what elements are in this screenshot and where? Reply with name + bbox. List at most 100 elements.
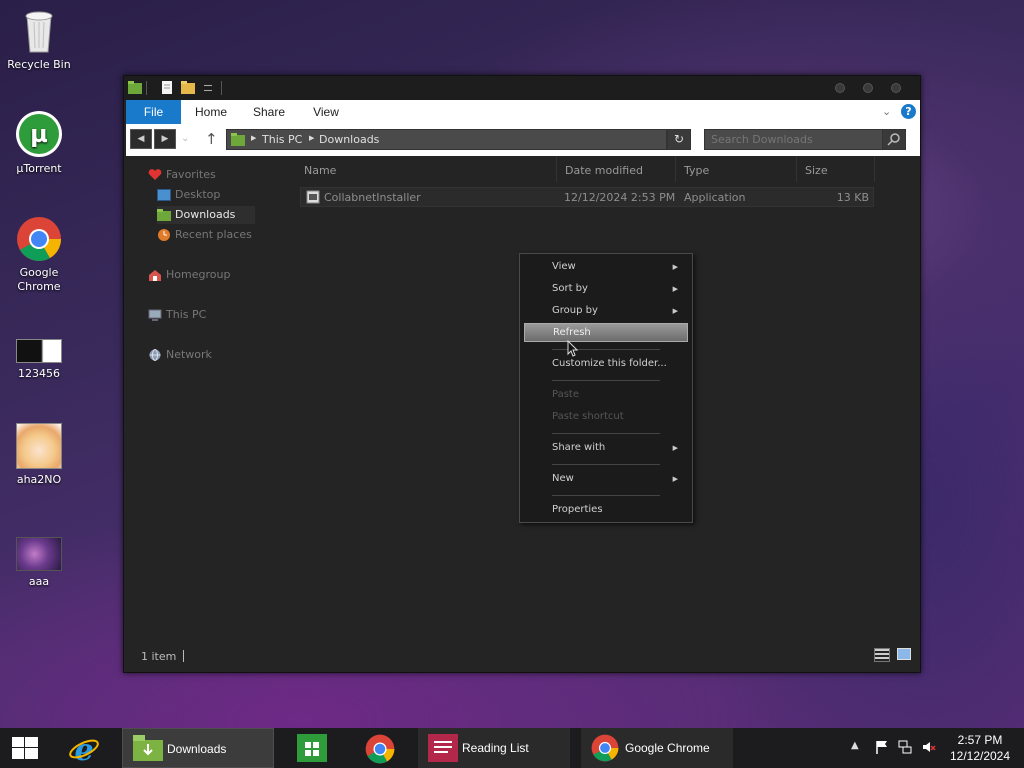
desktop-icon-aha2no[interactable]: aha2NO xyxy=(1,423,77,487)
show-hidden-icons-button[interactable]: ▲ xyxy=(851,740,859,751)
details-view-icon[interactable] xyxy=(874,648,890,662)
large-icons-view-icon[interactable] xyxy=(897,648,911,660)
tab-file[interactable]: File xyxy=(126,100,181,124)
column-divider xyxy=(796,156,797,182)
file-date: 12/12/2024 2:53 PM xyxy=(564,191,676,204)
nav-favorites[interactable]: Favorites xyxy=(148,166,216,184)
customize-toolbar-icon[interactable] xyxy=(204,85,212,91)
menu-separator xyxy=(552,380,660,381)
taskbar-item-downloads[interactable]: Downloads xyxy=(122,728,274,768)
tab-share[interactable]: Share xyxy=(247,100,291,124)
clock-date: 12/12/2024 xyxy=(949,749,1011,763)
nav-downloads[interactable]: Downloads xyxy=(157,206,256,224)
menu-item-sort-by[interactable]: Sort by ▶ xyxy=(524,280,688,298)
clock[interactable]: 2:57 PM 12/12/2024 xyxy=(944,732,1016,764)
file-explorer-icon xyxy=(133,735,163,761)
windows-store-icon[interactable] xyxy=(297,734,327,762)
nav-this-pc[interactable]: This PC xyxy=(148,306,206,324)
menu-item-properties[interactable]: Properties xyxy=(524,501,688,519)
tab-view[interactable]: View xyxy=(306,100,346,124)
file-name: CollabnetInstaller xyxy=(324,191,421,204)
column-divider xyxy=(556,156,557,182)
maximize-button[interactable] xyxy=(863,83,873,93)
desktop-icon-google-chrome[interactable]: Google Chrome xyxy=(1,216,77,294)
utorrent-icon: µ xyxy=(16,111,62,157)
desktop-icon-label: 123456 xyxy=(18,367,60,380)
desktop-icon-label: aha2NO xyxy=(16,473,62,486)
breadcrumb-downloads[interactable]: Downloads xyxy=(319,133,379,146)
menu-item-paste-shortcut: Paste shortcut xyxy=(552,411,624,422)
context-menu: View ▶ Sort by ▶ Group by ▶ Refresh Customi… xyxy=(519,253,693,523)
column-header-name[interactable]: Name xyxy=(304,162,336,180)
volume-muted-icon[interactable] xyxy=(922,740,936,754)
taskbar-item-reading-list[interactable]: Reading List xyxy=(418,728,570,768)
downloads-folder-icon xyxy=(157,209,171,221)
svg-text:µ: µ xyxy=(30,120,48,148)
recent-locations-icon[interactable]: ⌄ xyxy=(181,133,189,144)
desktop-icon-utorrent[interactable]: µ µTorrent xyxy=(1,110,77,176)
file-type: Application xyxy=(684,191,746,204)
action-center-flag-icon[interactable] xyxy=(875,740,889,754)
nav-network[interactable]: Network xyxy=(148,346,212,364)
separator xyxy=(146,81,147,95)
network-icon[interactable] xyxy=(898,740,912,754)
taskbar-item-google-chrome[interactable]: Google Chrome xyxy=(581,728,733,768)
desktop-icon-label: aaa xyxy=(28,575,50,588)
desktop-icon-recycle-bin[interactable]: Recycle Bin xyxy=(1,8,77,72)
image-thumbnail-icon xyxy=(16,339,62,363)
submenu-arrow-icon: ▶ xyxy=(672,307,678,315)
breadcrumb-separator: ▶ xyxy=(251,134,257,142)
file-row[interactable]: CollabnetInstaller 12/12/2024 2:53 PM Ap… xyxy=(300,187,874,207)
search-input[interactable] xyxy=(704,129,905,150)
minimize-button[interactable] xyxy=(835,83,845,93)
taskbar: e Downloads Reading List Google Chrome ▲… xyxy=(0,728,1024,768)
heart-icon xyxy=(148,169,162,180)
chrome-icon xyxy=(591,734,619,762)
computer-icon xyxy=(148,309,162,321)
desktop-icon-123456[interactable]: 123456 xyxy=(1,339,77,381)
column-divider xyxy=(874,156,875,182)
breadcrumb-this-pc[interactable]: This PC xyxy=(262,133,302,146)
refresh-icon[interactable]: ↻ xyxy=(667,129,691,150)
close-button[interactable] xyxy=(891,83,901,93)
breadcrumb-separator: ▶ xyxy=(309,134,315,142)
navigation-bar: ◀ ▶ ⌄ ↑ ▶ This PC ▶ Downloads ↻ xyxy=(126,124,920,156)
menu-item-new[interactable]: New ▶ xyxy=(524,470,688,488)
search-icon[interactable] xyxy=(882,129,906,150)
submenu-arrow-icon: ▶ xyxy=(672,475,678,483)
windows-start-icon[interactable] xyxy=(12,737,38,759)
recent-places-icon xyxy=(158,229,170,241)
column-header-type[interactable]: Type xyxy=(684,162,709,180)
menu-separator xyxy=(552,495,660,496)
chrome-icon[interactable] xyxy=(365,734,395,764)
column-header-date-modified[interactable]: Date modified xyxy=(565,162,643,180)
item-count: 1 item xyxy=(141,650,177,663)
address-bar[interactable]: ▶ This PC ▶ Downloads xyxy=(226,129,667,150)
help-icon[interactable]: ? xyxy=(901,104,916,119)
properties-icon[interactable] xyxy=(161,81,175,94)
nav-homegroup[interactable]: Homegroup xyxy=(148,266,230,284)
file-size: 13 KB xyxy=(836,191,869,204)
nav-recent-places[interactable]: Recent places xyxy=(157,226,252,244)
menu-item-customize-folder[interactable]: Customize this folder... xyxy=(524,355,688,373)
new-folder-icon[interactable] xyxy=(181,81,195,94)
expand-ribbon-icon[interactable]: ⌄ xyxy=(882,105,891,118)
back-button[interactable]: ◀ xyxy=(130,129,152,149)
column-header-size[interactable]: Size xyxy=(805,162,828,180)
submenu-arrow-icon: ▶ xyxy=(672,444,678,452)
svg-text:e: e xyxy=(74,733,93,764)
submenu-arrow-icon: ▶ xyxy=(672,285,678,293)
tab-home[interactable]: Home xyxy=(190,100,232,124)
up-button[interactable]: ↑ xyxy=(205,130,218,148)
forward-button[interactable]: ▶ xyxy=(154,129,176,149)
menu-item-view[interactable]: View ▶ xyxy=(524,258,688,276)
desktop-icon-aaa[interactable]: aaa xyxy=(1,537,77,589)
menu-item-share-with[interactable]: Share with ▶ xyxy=(524,439,688,457)
internet-explorer-icon[interactable]: e xyxy=(68,732,100,764)
ribbon: File Home Share View ⌄ ? xyxy=(126,100,920,124)
chrome-icon xyxy=(17,217,61,261)
image-thumbnail-icon xyxy=(16,537,62,571)
menu-item-group-by[interactable]: Group by ▶ xyxy=(524,302,688,320)
menu-item-refresh[interactable]: Refresh xyxy=(524,323,688,342)
nav-desktop[interactable]: Desktop xyxy=(157,186,220,204)
